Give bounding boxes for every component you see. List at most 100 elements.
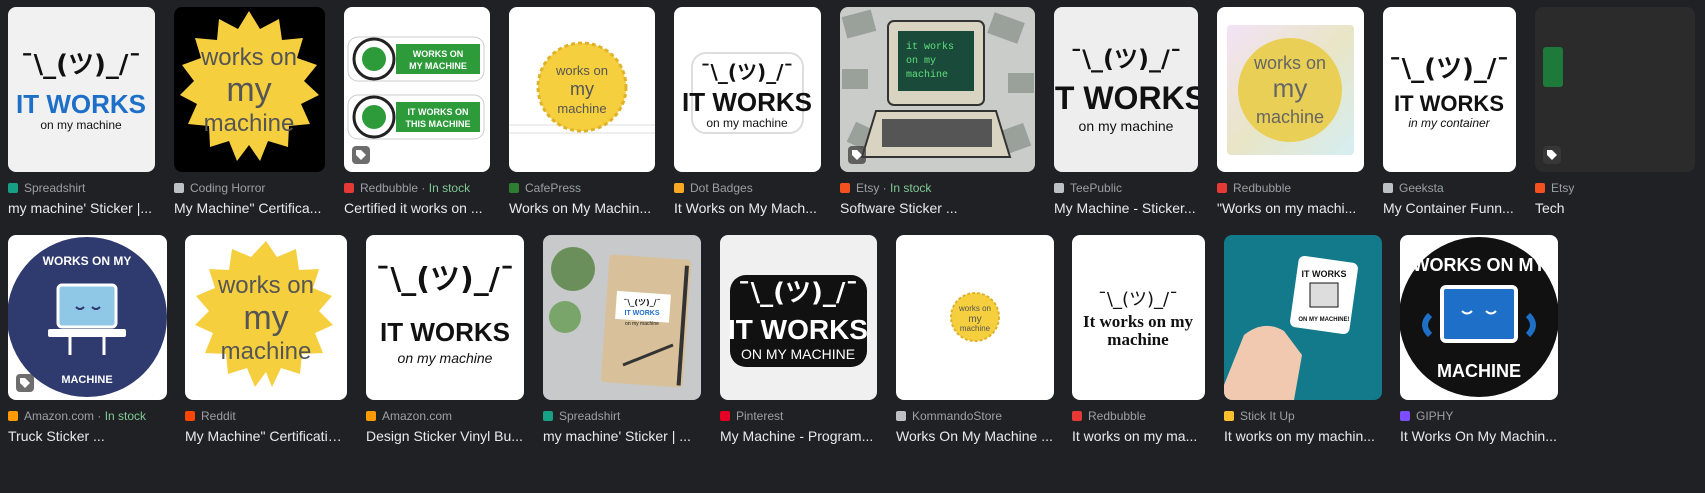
result-title[interactable]: My Machine - Sticker...	[1054, 200, 1198, 216]
result-card[interactable]: ¯\_(ツ)_/¯ IT WORKS on my machine Dot Bad…	[674, 7, 821, 216]
source-favicon-icon	[1400, 411, 1410, 421]
source-favicon-icon	[840, 183, 850, 193]
sticker-line: works on	[958, 304, 991, 313]
result-card[interactable]: IT WORKS ON MY MACHINE! Stick It Up It w…	[1224, 235, 1382, 444]
result-title[interactable]: My Container Funn...	[1383, 200, 1516, 216]
result-title[interactable]: It works on my ma...	[1072, 428, 1205, 444]
result-title[interactable]: My Machine - Program...	[720, 428, 877, 444]
result-title[interactable]: Works On My Machine ...	[896, 428, 1054, 444]
result-source: Etsy · In stock	[840, 180, 1035, 196]
result-title[interactable]: Truck Sticker ...	[8, 428, 167, 444]
result-title[interactable]: Works on My Machin...	[509, 200, 655, 216]
source-name: Spreadshirt	[559, 409, 621, 423]
shrug-text: ¯\_(ツ)_/¯	[701, 60, 794, 84]
sticker-title: IT WORKS	[682, 87, 812, 117]
result-thumbnail[interactable]: ¯\_(ツ)_/¯ IT WORKS on my machine	[543, 235, 701, 400]
result-card[interactable]: ¯\_(ツ)_/¯ IT WORKS on my machine TeePubl…	[1054, 7, 1198, 216]
svg-text:THIS MACHINE: THIS MACHINE	[406, 119, 471, 129]
result-thumbnail[interactable]: it works on my machine	[840, 7, 1035, 172]
result-card[interactable]: ¯\_(ツ)_/¯ IT WORKS in my container Geeks…	[1383, 7, 1516, 216]
result-card[interactable]: WORKS ON MY MACHINE IT WORKS ON THIS MAC…	[344, 7, 490, 216]
result-source: CafePress	[509, 180, 655, 196]
result-card[interactable]: works on my machine Redbubble "Works on …	[1217, 7, 1364, 216]
result-thumbnail[interactable]: ¯\_(ツ)_/¯ IT WORKS on my machine	[1054, 7, 1198, 172]
result-source: Redbubble	[1072, 408, 1205, 424]
result-card[interactable]: WORKS ON MY MACHINE GIPHY It Works On My…	[1400, 235, 1558, 444]
result-title[interactable]: Design Sticker Vinyl Bu...	[366, 428, 524, 444]
result-card[interactable]: works on my machine Coding Horror My Mac…	[174, 7, 325, 216]
source-name: TeePublic	[1070, 181, 1123, 195]
result-title[interactable]: Software Sticker ...	[840, 200, 1035, 216]
result-thumbnail[interactable]: ¯\_(ツ)_/¯ IT WORKS ON MY MACHINE	[720, 235, 877, 400]
source-favicon-icon	[174, 183, 184, 193]
result-source: Spreadshirt	[543, 408, 701, 424]
result-title[interactable]: It Works On My Machin...	[1400, 428, 1558, 444]
result-title[interactable]: My Machine" Certificatio...	[185, 428, 347, 444]
result-thumbnail[interactable]: IT WORKS ON MY MACHINE!	[1224, 235, 1382, 400]
sticker-line: machine	[221, 338, 312, 365]
result-card[interactable]: ¯\_(ツ)_/¯ IT WORKS on my machine Amazon.…	[366, 235, 524, 444]
result-card[interactable]: works on my machine Reddit My Machine" C…	[185, 235, 347, 444]
sticker-subtitle: on my machine	[40, 118, 122, 132]
result-title[interactable]: It Works on My Mach...	[674, 200, 821, 216]
source-favicon-icon	[509, 183, 519, 193]
result-thumbnail[interactable]: ¯\_(ツ)_/¯ IT WORKS on my machine	[8, 7, 155, 172]
source-name: CafePress	[525, 181, 582, 195]
result-thumbnail[interactable]: works on my machine	[509, 7, 655, 172]
sticker-line: my	[243, 299, 288, 337]
source-name: Amazon.com	[382, 409, 453, 423]
result-thumbnail[interactable]: works on my machine	[185, 235, 347, 400]
sticker-line: works on	[217, 272, 314, 299]
result-thumbnail[interactable]: WORKS ON MY MACHINE	[8, 235, 167, 400]
sticker-line: MACHINE	[61, 374, 112, 386]
result-thumbnail[interactable]: works on my machine	[1217, 7, 1364, 172]
result-card[interactable]: ¯\_(ツ)_/¯ It works on my machine Redbubb…	[1072, 235, 1205, 444]
result-card[interactable]: WORKS ON MY MACHINE Amazon.com · In stoc…	[8, 235, 167, 444]
result-title[interactable]: It works on my machin...	[1224, 428, 1382, 444]
result-card[interactable]: ¯\_(ツ)_/¯ IT WORKS ON MY MACHINE Pintere…	[720, 235, 877, 444]
sticker-title: IT WORKS	[380, 317, 510, 347]
sticker-title: IT WORKS	[625, 310, 660, 317]
result-card[interactable]: ¯\_(ツ)_/¯ IT WORKS on my machine Spreads…	[8, 7, 155, 216]
source-favicon-icon	[1072, 411, 1082, 421]
result-thumbnail[interactable]: ¯\_(ツ)_/¯ IT WORKS in my container	[1383, 7, 1516, 172]
result-thumbnail[interactable]: works on my machine	[174, 7, 325, 172]
source-favicon-icon	[896, 411, 906, 421]
sticker-line: my	[570, 79, 594, 99]
result-card[interactable]: it works on my machine Etsy · In stock S…	[840, 7, 1035, 216]
sticker-title: IT WORKS	[1302, 269, 1347, 279]
result-title[interactable]: My Machine" Certifica...	[174, 200, 325, 216]
result-card[interactable]: Etsy Tech	[1535, 7, 1695, 216]
result-thumbnail[interactable]: WORKS ON MY MACHINE IT WORKS ON THIS MAC…	[344, 7, 490, 172]
result-thumbnail[interactable]: works on my machine	[896, 235, 1054, 400]
shrug-text: ¯\_(ツ)_/¯	[1389, 54, 1510, 84]
result-source: Geeksta	[1383, 180, 1516, 196]
result-title[interactable]: my machine' Sticker |...	[8, 200, 155, 216]
result-title[interactable]: my machine' Sticker | ...	[543, 428, 701, 444]
shrug-text: ¯\_(ツ)_/¯	[623, 298, 660, 307]
sticker-line: my	[226, 71, 271, 109]
result-source: Amazon.com · In stock	[8, 408, 167, 424]
result-thumbnail[interactable]	[1535, 7, 1695, 172]
result-source: Stick It Up	[1224, 408, 1382, 424]
result-thumbnail[interactable]: ¯\_(ツ)_/¯ IT WORKS on my machine	[366, 235, 524, 400]
result-thumbnail[interactable]: ¯\_(ツ)_/¯ IT WORKS on my machine	[674, 7, 821, 172]
screen-line: on my	[906, 56, 936, 67]
sticker-title: It works on my	[1083, 312, 1194, 331]
result-card[interactable]: ¯\_(ツ)_/¯ IT WORKS on my machine Spreads…	[543, 235, 701, 444]
result-card[interactable]: works on my machine CafePress Works on M…	[509, 7, 655, 216]
result-title[interactable]: Tech	[1535, 200, 1695, 216]
result-title[interactable]: "Works on my machi...	[1217, 200, 1364, 216]
result-card[interactable]: works on my machine KommandoStore Works …	[896, 235, 1054, 444]
result-thumbnail[interactable]: ¯\_(ツ)_/¯ It works on my machine	[1072, 235, 1205, 400]
result-title[interactable]: Certified it works on ...	[344, 200, 490, 216]
result-source: Coding Horror	[174, 180, 325, 196]
source-favicon-icon	[1217, 183, 1227, 193]
sticker-title: IT WORKS	[1394, 91, 1504, 116]
result-thumbnail[interactable]: WORKS ON MY MACHINE	[1400, 235, 1558, 400]
source-favicon-icon	[185, 411, 195, 421]
source-favicon-icon	[344, 183, 354, 193]
source-name: Pinterest	[736, 409, 784, 423]
sticker-title: IT WORKS	[1054, 80, 1198, 116]
result-source: Etsy	[1535, 180, 1695, 196]
